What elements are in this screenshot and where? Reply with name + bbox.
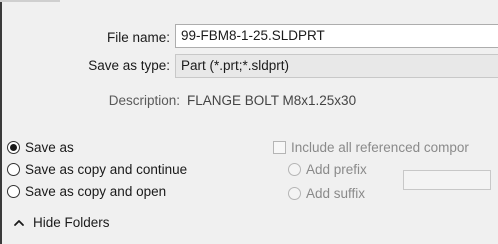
radio-icon[interactable]	[288, 187, 301, 200]
dialog-left-border	[0, 0, 2, 244]
save-as-radio[interactable]: Save as	[7, 140, 74, 155]
hide-folders-button[interactable]: Hide Folders	[12, 215, 110, 230]
radio-icon[interactable]	[7, 163, 20, 176]
save-as-type-select[interactable]: Part (*.prt;*.sldprt)	[175, 54, 498, 78]
description-value: FLANGE BOLT M8x1.25x30	[187, 93, 357, 108]
save-as-label: Save as	[25, 140, 74, 155]
chevron-up-icon	[14, 219, 24, 226]
save-as-copy-open-label: Save as copy and open	[25, 184, 167, 199]
file-name-input[interactable]: 99-FBM8-1-25.SLDPRT	[175, 24, 498, 48]
add-suffix-radio[interactable]: Add suffix	[288, 186, 365, 201]
radio-selected-icon[interactable]	[7, 141, 20, 154]
dialog-top-edge	[0, 0, 60, 2]
description-label: Description:	[108, 93, 180, 108]
checkbox-icon[interactable]	[273, 141, 286, 154]
hide-folders-label: Hide Folders	[33, 215, 110, 230]
add-suffix-label: Add suffix	[306, 186, 366, 201]
radio-icon[interactable]	[7, 185, 20, 198]
save-as-copy-continue-radio[interactable]: Save as copy and continue	[7, 162, 187, 177]
save-as-copy-open-radio[interactable]: Save as copy and open	[7, 184, 166, 199]
prefix-suffix-input[interactable]	[403, 170, 491, 190]
save-as-type-label: Save as type:	[88, 58, 170, 73]
include-all-referenced-checkbox[interactable]: Include all referenced compor	[273, 140, 469, 155]
save-as-copy-continue-label: Save as copy and continue	[25, 162, 188, 177]
include-all-label: Include all referenced compor	[291, 140, 469, 155]
radio-icon[interactable]	[288, 163, 301, 176]
file-name-label: File name:	[106, 30, 170, 45]
add-prefix-radio[interactable]: Add prefix	[288, 162, 367, 177]
add-prefix-label: Add prefix	[306, 162, 367, 177]
